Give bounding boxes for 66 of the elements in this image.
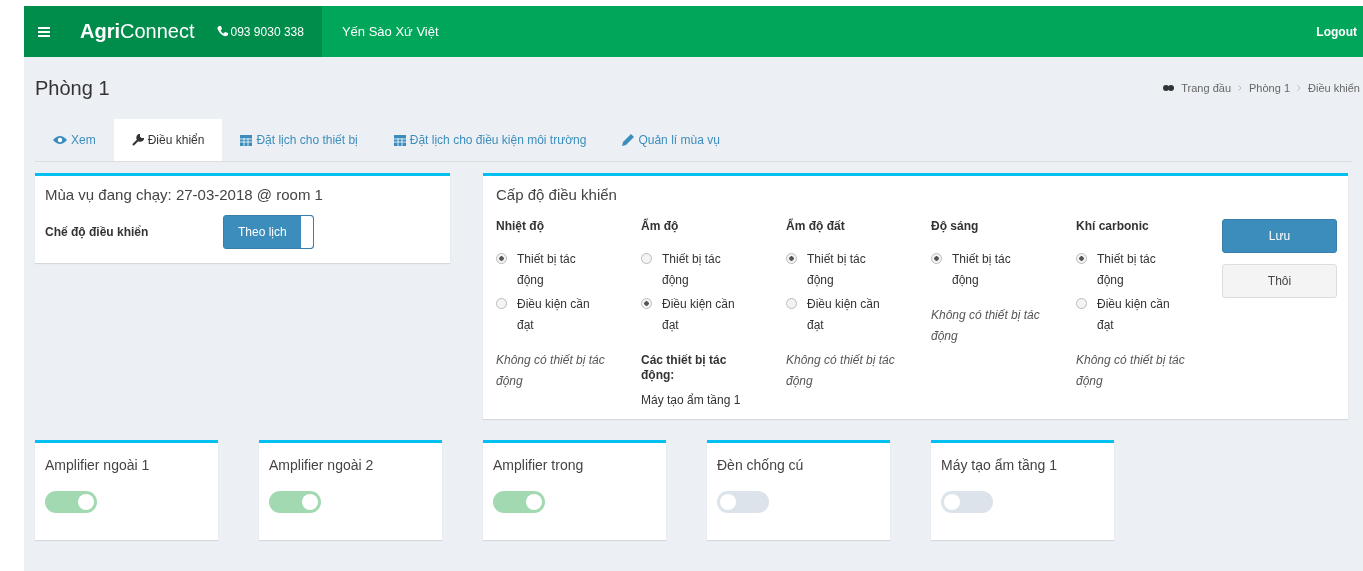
- panel-title: Cấp độ điều khiển: [496, 186, 618, 203]
- radio-label: Điều kiện cần đạt: [807, 296, 881, 334]
- cancel-button[interactable]: Thôi: [1222, 264, 1337, 298]
- no-device-note: Không có thiết bị tác động: [1076, 352, 1186, 390]
- radio-button[interactable]: [931, 253, 942, 264]
- radio-button[interactable]: [496, 298, 507, 309]
- no-device-note: Không có thiết bị tác động: [931, 307, 1041, 345]
- chevron-icon: [1238, 85, 1243, 91]
- phone-icon: [216, 26, 228, 37]
- radio-label: Thiết bị tác động: [517, 251, 577, 289]
- toggle-switch[interactable]: [717, 491, 769, 513]
- wrench-icon: [131, 134, 144, 146]
- radio-label: Điều kiện cần đạt: [517, 296, 591, 334]
- chevron-icon: [1297, 85, 1301, 91]
- device-title: Amplifier ngoài 1: [45, 457, 151, 473]
- device-title: Amplifier ngoài 2: [269, 457, 375, 473]
- radio-label: Thiết bị tác động: [807, 251, 867, 289]
- eye-icon: [53, 135, 67, 145]
- radio-button[interactable]: [496, 253, 507, 264]
- no-device-note: Không có thiết bị tác động: [496, 352, 606, 390]
- radio-label: Thiết bị tác động: [1097, 251, 1157, 289]
- save-button[interactable]: Lưu: [1222, 219, 1337, 253]
- tab[interactable]: Điều khiển: [113, 119, 223, 161]
- device-title: Amplifier trong: [493, 457, 585, 473]
- tab[interactable]: Quản lí mùa vụ: [604, 119, 738, 161]
- pencil-icon: [622, 134, 635, 146]
- radio-label: Điều kiện cần đạt: [1097, 296, 1171, 334]
- radio-button[interactable]: [641, 253, 652, 264]
- logout-link[interactable]: Logout: [1316, 24, 1363, 39]
- calendar-icon: [240, 134, 253, 146]
- radio-button[interactable]: [1076, 298, 1087, 309]
- radio-button[interactable]: [641, 298, 652, 309]
- mode-label: Chế độ điều khiển: [45, 225, 150, 239]
- calendar-icon: [393, 134, 406, 146]
- breadcrumb-link[interactable]: Phòng 1: [1249, 82, 1290, 94]
- radio-label: Điều kiện cần đạt: [662, 296, 736, 334]
- phone-number: 093 9030 338: [230, 24, 304, 39]
- tab[interactable]: Xem: [35, 119, 114, 161]
- device-title: Máy tạo ẩm tầng 1: [941, 457, 1058, 473]
- device-title: Đèn chống cú: [717, 457, 805, 473]
- radio-label: Thiết bị tác động: [952, 251, 1012, 289]
- tab[interactable]: Đặt lịch cho thiết bị: [222, 119, 376, 161]
- no-device-note: Không có thiết bị tác động: [786, 352, 896, 390]
- farm-name: Yến Sào Xứ Việt: [340, 24, 439, 39]
- devices-heading: Các thiết bị tác động:: [641, 353, 728, 383]
- toggle-switch[interactable]: [493, 491, 545, 513]
- dashboard-icon: [1163, 83, 1175, 93]
- toggle-switch[interactable]: [269, 491, 321, 513]
- tab[interactable]: Đặt lịch cho điều kiện môi trường: [375, 119, 605, 161]
- device-name: Máy tạo ẩm tầng 1: [641, 393, 742, 407]
- column-heading: Ẩm độ đất: [786, 219, 846, 233]
- mode-toggle[interactable]: Theo lịch: [223, 215, 314, 249]
- radio-label: Thiết bị tác động: [662, 251, 722, 289]
- toggle-switch[interactable]: [941, 491, 993, 513]
- radio-button[interactable]: [786, 253, 797, 264]
- column-heading: Nhiệt độ: [496, 219, 545, 233]
- radio-button[interactable]: [786, 298, 797, 309]
- panel-title: Mùa vụ đang chạy: 27-03-2018 @ room 1: [45, 186, 324, 203]
- column-heading: Khí carbonic: [1076, 219, 1150, 233]
- radio-button[interactable]: [1076, 253, 1087, 264]
- toggle-switch[interactable]: [45, 491, 97, 513]
- breadcrumb-link[interactable]: Trang đầu: [1181, 82, 1232, 94]
- column-heading: Độ sáng: [931, 219, 980, 233]
- page-title: Phòng 1: [35, 76, 110, 100]
- column-heading: Ẩm độ: [641, 219, 680, 233]
- brand-logo[interactable]: AgriConnect: [64, 20, 217, 43]
